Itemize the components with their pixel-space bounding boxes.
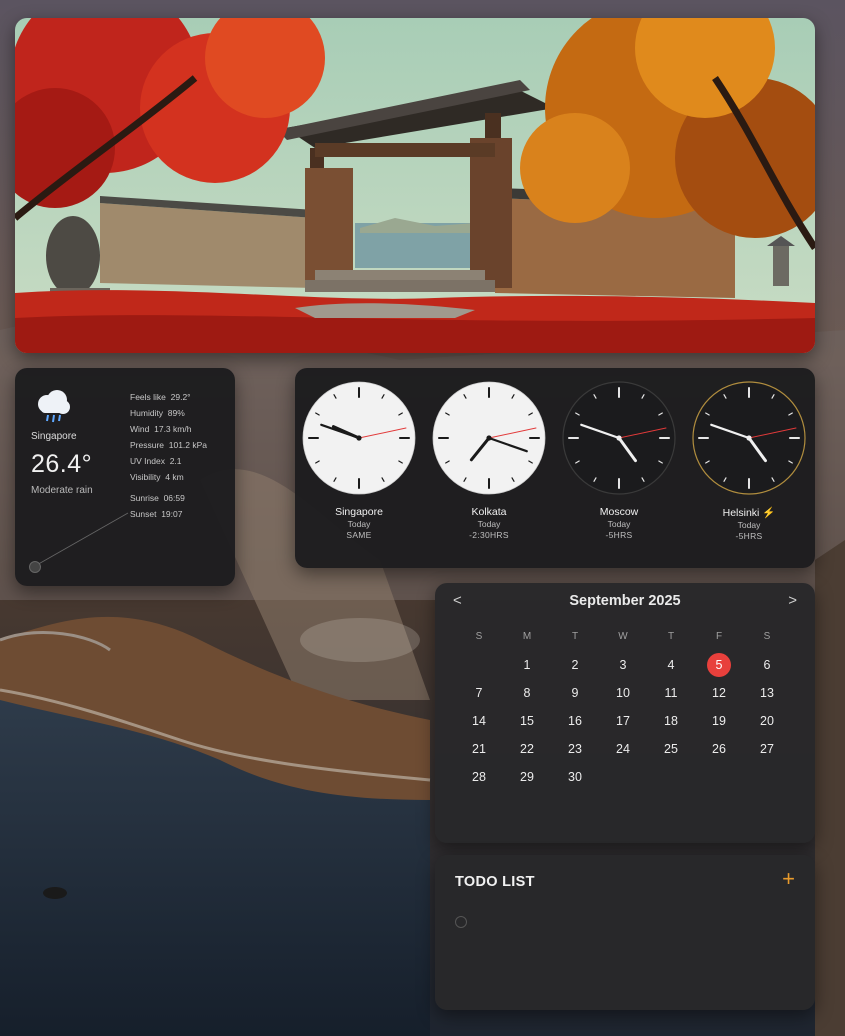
clock-singapore: Singapore Today SAME xyxy=(301,380,417,540)
clock-city: Kolkata xyxy=(471,506,507,518)
clock-day: Today xyxy=(347,519,371,529)
clock-city: Helsinki ⚡ xyxy=(722,507,776,519)
weather-condition: Moderate rain xyxy=(31,485,93,496)
clock-kolkata: Kolkata Today -2:30HRS xyxy=(431,380,547,540)
calendar-day[interactable]: 9 xyxy=(551,686,599,700)
clock-offset: SAME xyxy=(346,530,372,540)
weekday-label: W xyxy=(618,631,628,642)
calendar-day[interactable]: 4 xyxy=(647,658,695,672)
sun-times: Sunrise 06:59 Sunset 19:07 xyxy=(130,490,185,522)
clock-center-pin xyxy=(616,435,622,441)
calendar-day[interactable]: 29 xyxy=(503,770,551,784)
sun-position-indicator xyxy=(29,561,41,573)
calendar-day[interactable]: 20 xyxy=(743,714,791,728)
calendar-day[interactable]: 13 xyxy=(743,686,791,700)
weather-detail-row: Visibility 4 km xyxy=(130,472,184,482)
clock-offset: -5HRS xyxy=(735,531,763,541)
calendar-widget: < September 2025 > S M T W T F S 1234567… xyxy=(435,583,815,843)
calendar-day[interactable]: 11 xyxy=(647,686,695,700)
analog-clock-face xyxy=(432,381,546,495)
calendar-grid: S M T W T F S 1 2 3 4 5 6 7 8 9 10 11 12 13 14 15 16 17 1… xyxy=(455,631,791,791)
calendar-day[interactable]: 16 xyxy=(551,714,599,728)
clock-day: Today xyxy=(607,519,631,529)
analog-clock-face xyxy=(562,381,676,495)
calendar-month-title: September 2025 xyxy=(569,593,681,609)
weather-detail-row: Wind 17.3 km/h xyxy=(130,424,192,434)
clock-city: Singapore xyxy=(335,506,383,518)
todo-widget: TODO LIST + xyxy=(435,855,815,1010)
world-clocks-widget: Singapore Today SAME Kolkata Today -2:30… xyxy=(295,368,815,568)
calendar-day[interactable]: 24 xyxy=(599,742,647,756)
weekday-label: M xyxy=(522,631,532,642)
cloud-rain-icon xyxy=(38,390,70,423)
clock-center-pin xyxy=(486,435,492,441)
clock-offset: -2:30HRS xyxy=(469,530,509,540)
calendar-day[interactable]: 10 xyxy=(599,686,647,700)
calendar-day[interactable]: 8 xyxy=(503,686,551,700)
analog-clock-face xyxy=(692,381,806,495)
weather-detail-row: UV Index 2.1 xyxy=(130,456,182,466)
calendar-day-today[interactable]: 5 xyxy=(695,653,743,677)
analog-clock-face xyxy=(302,381,416,495)
clock-center-pin xyxy=(356,435,362,441)
calendar-week-row: 14 15 16 17 18 19 20 xyxy=(455,707,791,735)
calendar-day[interactable]: 19 xyxy=(695,714,743,728)
todo-title: TODO LIST xyxy=(455,874,535,890)
weekday-label: S xyxy=(475,631,483,642)
calendar-day[interactable]: 18 xyxy=(647,714,695,728)
weather-city: Singapore xyxy=(31,431,77,442)
calendar-day[interactable]: 12 xyxy=(695,686,743,700)
calendar-day[interactable]: 7 xyxy=(455,686,503,700)
weather-detail-row: Pressure 101.2 kPa xyxy=(130,440,208,450)
todo-checkbox[interactable] xyxy=(455,916,467,928)
clock-helsinki: Helsinki ⚡ Today -5HRS xyxy=(691,380,807,541)
weather-widget: Singapore 26.4° Moderate rain Feels like… xyxy=(15,368,235,586)
weekday-label: T xyxy=(571,631,579,642)
sunrise-row: Sunrise 06:59 xyxy=(130,493,185,503)
clock-center-pin xyxy=(746,435,752,441)
calendar-day[interactable]: 2 xyxy=(551,658,599,672)
weekday-label: F xyxy=(715,631,723,642)
clock-day: Today xyxy=(477,519,501,529)
calendar-day[interactable]: 23 xyxy=(551,742,599,756)
calendar-day[interactable]: 30 xyxy=(551,770,599,784)
clock-moscow: Moscow Today -5HRS xyxy=(561,380,677,540)
calendar-day[interactable]: 25 xyxy=(647,742,695,756)
calendar-day[interactable]: 1 xyxy=(503,658,551,672)
calendar-day[interactable]: 14 xyxy=(455,714,503,728)
calendar-week-row: 123456 xyxy=(455,651,791,679)
todo-item xyxy=(455,915,781,929)
calendar-day[interactable]: 28 xyxy=(455,770,503,784)
calendar-day[interactable]: 17 xyxy=(599,714,647,728)
next-month-button[interactable]: > xyxy=(788,592,797,609)
weather-details: Feels like 29.2° Humidity 89% Wind 17.3 … xyxy=(130,389,207,485)
weather-detail-row: Feels like 29.2° xyxy=(130,392,191,402)
calendar-day[interactable]: 21 xyxy=(455,742,503,756)
weekday-header-row: S M T W T F S xyxy=(455,631,791,649)
calendar-week-row: 21 22 23 24 25 26 27 xyxy=(455,735,791,763)
calendar-week-row: 28 29 30 xyxy=(455,763,791,791)
sunset-row: Sunset 19:07 xyxy=(130,509,183,519)
weather-temperature: 26.4° xyxy=(31,450,93,478)
clock-city: Moscow xyxy=(599,506,639,518)
add-todo-button[interactable]: + xyxy=(782,867,795,891)
calendar-week-row: 7 8 9 10 11 12 13 xyxy=(455,679,791,707)
calendar-day[interactable]: 26 xyxy=(695,742,743,756)
banner-image xyxy=(15,18,815,353)
clock-day: Today xyxy=(737,520,761,530)
calendar-day[interactable]: 15 xyxy=(503,714,551,728)
calendar-day[interactable]: 6 xyxy=(743,658,791,672)
calendar-weeks: 1 2 3 4 5 6 7 8 9 10 11 12 13 14 15 16 17 18 19 20 21 22 23 24 2… xyxy=(455,651,791,791)
weather-detail-row: Humidity 89% xyxy=(130,408,185,418)
weekday-label: S xyxy=(763,631,771,642)
calendar-day[interactable]: 22 xyxy=(503,742,551,756)
calendar-day[interactable]: 3 xyxy=(599,658,647,672)
calendar-day[interactable]: 27 xyxy=(743,742,791,756)
clock-offset: -5HRS xyxy=(605,530,633,540)
todo-input[interactable] xyxy=(481,915,781,929)
weekday-label: T xyxy=(667,631,675,642)
